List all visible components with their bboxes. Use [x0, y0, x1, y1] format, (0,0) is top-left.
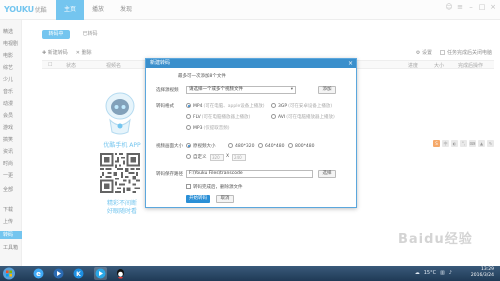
chevron-down-icon: ▾: [290, 87, 293, 92]
cancel-button[interactable]: 取消: [216, 195, 234, 203]
size-640-name: 640*480: [265, 144, 285, 149]
kugou-icon[interactable]: K: [72, 267, 85, 280]
add-button[interactable]: 添加: [318, 86, 336, 94]
radio-icon: [228, 143, 233, 148]
save-path-input[interactable]: F:\Youku Files\transcode: [186, 170, 313, 178]
radio-selected-icon: [186, 103, 191, 108]
radio-selected-icon: [186, 143, 191, 148]
size-label: 视频画面大小: [156, 144, 183, 149]
format-label: 转码格式: [156, 104, 174, 109]
weather-icon[interactable]: ☁: [415, 270, 420, 276]
browse-button[interactable]: 选择: [318, 170, 336, 178]
format-avi-hint: (可在电脑播放器上播放): [286, 115, 335, 120]
delete-source-checkbox[interactable]: 转码完成后，删除源文件: [186, 184, 243, 190]
windows-taskbar: e K ☁ 15°C ▥ ♪ 13:29 2016/3/24: [0, 266, 500, 281]
format-flv-radio[interactable]: FLV(可在电脑播放器上播放): [186, 114, 250, 120]
format-flv-hint: (可在电脑播放器上播放): [201, 115, 251, 120]
svg-text:e: e: [36, 270, 41, 278]
size-original-name: 原视频大小: [193, 144, 216, 149]
delete-source-label: 转码完成后，删除源文件: [193, 185, 243, 190]
size-480-name: 480*320: [235, 144, 255, 149]
custom-size-separator: X: [226, 154, 230, 159]
format-3gp-radio[interactable]: 3GP(可在安卓设备上播放): [271, 103, 332, 109]
radio-icon: [186, 114, 191, 119]
size-800-name: 800*480: [295, 144, 315, 149]
system-tray: ☁ 15°C ▥ ♪: [415, 270, 452, 276]
custom-width-input[interactable]: 320: [210, 154, 224, 161]
radio-icon: [186, 125, 191, 130]
baidu-watermark: Baidu经验: [398, 232, 473, 247]
format-avi-radio[interactable]: AVI(可在电脑播放器上播放): [271, 114, 335, 120]
svg-text:K: K: [76, 271, 81, 278]
size-custom-radio[interactable]: 自定义: [186, 154, 207, 160]
source-video-label: 选择源视频: [156, 88, 179, 93]
format-flv-name: FLV: [193, 115, 201, 120]
checkbox-icon: [186, 184, 191, 189]
radio-icon: [186, 154, 191, 159]
format-3gp-name: 3GP: [278, 104, 288, 109]
format-mp4-hint: (可在电脑、apple设备上播放): [203, 104, 265, 109]
clock[interactable]: 13:29 2016/3/24: [471, 267, 494, 279]
save-path-label: 转码保存路径: [156, 172, 183, 177]
format-avi-name: AVI: [278, 115, 286, 120]
new-transcode-dialog: 新建转码 × 最多可一次添加8个文件 选择源视频 请选择一个或多个视频文件 ▾ …: [145, 58, 357, 208]
radio-icon: [271, 114, 276, 119]
format-mp4-radio[interactable]: MP4(可在电脑、apple设备上播放): [186, 103, 264, 109]
size-original-radio[interactable]: 原视频大小: [186, 143, 216, 149]
windows-start-icon[interactable]: [1, 266, 17, 281]
format-mp4-name: MP4: [193, 104, 203, 109]
temperature-label: 15°C: [423, 270, 437, 276]
start-transcode-button[interactable]: 开始转码: [186, 195, 210, 203]
dialog-close-icon[interactable]: ×: [348, 59, 353, 68]
size-800-radio[interactable]: 800*480: [288, 143, 314, 149]
format-3gp-hint: (可在安卓设备上播放): [288, 104, 333, 109]
radio-icon: [271, 103, 276, 108]
format-mp3-radio[interactable]: MP3(仅提取音频): [186, 125, 229, 131]
radio-icon: [288, 143, 293, 148]
size-custom-name: 自定义: [193, 155, 207, 160]
source-video-select[interactable]: 请选择一个或多个视频文件 ▾: [186, 86, 296, 94]
qq-icon[interactable]: [114, 267, 127, 280]
custom-height-input[interactable]: 240: [232, 154, 246, 161]
clock-date: 2016/3/24: [470, 273, 494, 278]
size-480-radio[interactable]: 480*320: [228, 143, 254, 149]
volume-icon[interactable]: ♪: [449, 270, 452, 276]
radio-icon: [258, 143, 263, 148]
dialog-title: 新建转码: [146, 59, 356, 68]
ie-browser-icon[interactable]: e: [32, 267, 45, 280]
youku-app-window: YOUKU优酷 主页 播放 发现 ☺ ≡ – □ × 精选 电视剧 电影 综艺 …: [0, 0, 500, 266]
format-mp3-hint: (仅提取音频): [203, 126, 230, 131]
size-640-radio[interactable]: 640*480: [258, 143, 284, 149]
format-mp3-name: MP3: [193, 126, 203, 131]
youku-taskbar-icon[interactable]: [94, 267, 107, 280]
media-player-icon[interactable]: [52, 267, 65, 280]
dialog-note: 最多可一次添加8个文件: [178, 74, 226, 79]
network-icon[interactable]: ▥: [440, 270, 445, 276]
source-video-value: 请选择一个或多个视频文件: [189, 87, 243, 92]
